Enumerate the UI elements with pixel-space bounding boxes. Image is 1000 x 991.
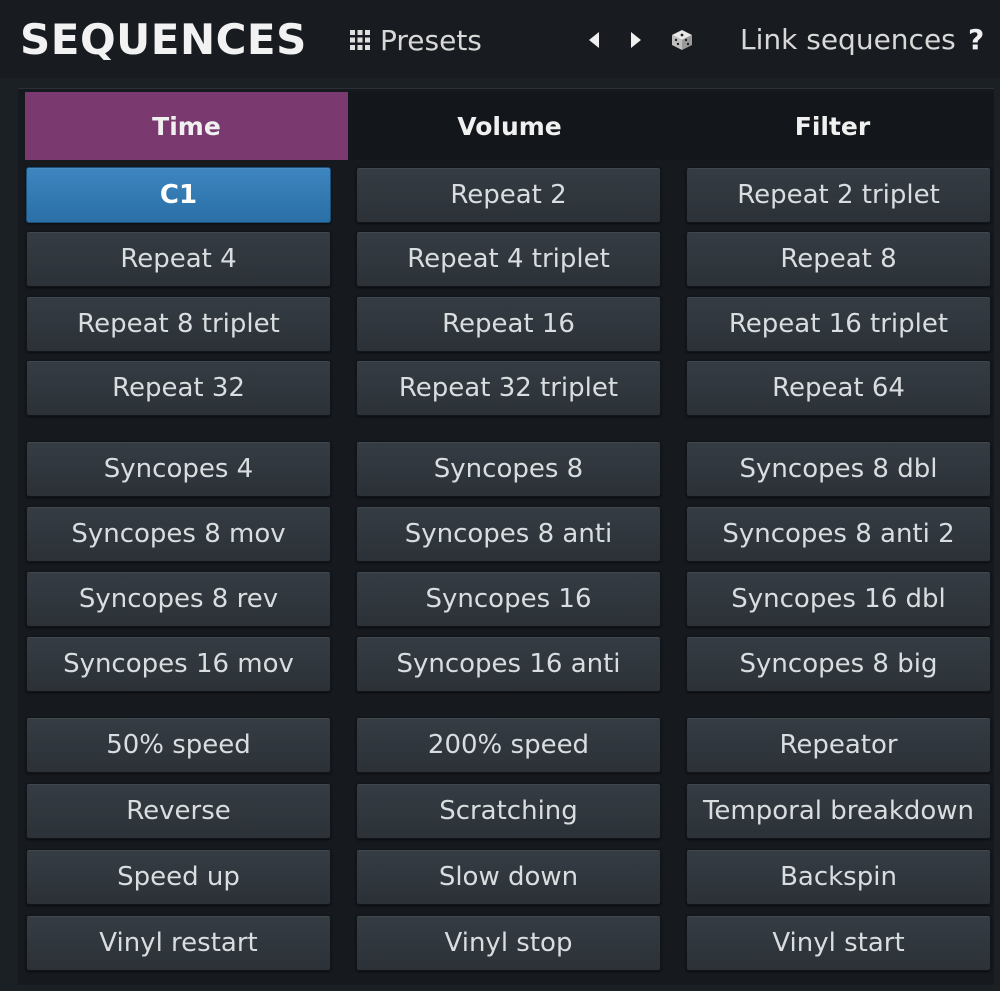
sequence-button[interactable]: Syncopes 8 big xyxy=(686,636,991,692)
sequence-button[interactable]: Vinyl restart xyxy=(26,915,331,971)
sequence-button[interactable]: Syncopes 8 dbl xyxy=(686,441,991,497)
tab-label: Time xyxy=(152,111,221,141)
sequence-button[interactable]: Scratching xyxy=(356,783,661,839)
grid-icon xyxy=(350,30,370,50)
sequence-button[interactable]: Repeat 32 triplet xyxy=(356,360,661,416)
sequence-button[interactable]: C1 xyxy=(26,167,331,223)
sequence-button[interactable]: Speed up xyxy=(26,849,331,905)
sequence-button[interactable]: Repeat 8 xyxy=(686,231,991,287)
sequence-button[interactable]: Repeat 2 triplet xyxy=(686,167,991,223)
sequence-button[interactable]: Repeat 8 triplet xyxy=(26,296,331,352)
sequence-button[interactable]: Syncopes 16 dbl xyxy=(686,571,991,627)
sequence-button[interactable]: Repeator xyxy=(686,717,991,773)
sequence-button[interactable]: Temporal breakdown xyxy=(686,783,991,839)
sequence-button[interactable]: 200% speed xyxy=(356,717,661,773)
randomize-button[interactable] xyxy=(668,24,696,56)
dice-icon xyxy=(672,30,692,50)
sequence-button[interactable]: Syncopes 16 mov xyxy=(26,636,331,692)
tab-label: Filter xyxy=(794,111,871,141)
sequence-button[interactable]: Syncopes 8 anti xyxy=(356,506,661,562)
tab-time[interactable]: Time xyxy=(25,92,348,160)
sequence-button[interactable]: Repeat 4 triplet xyxy=(356,231,661,287)
next-preset-button[interactable] xyxy=(622,24,650,56)
sequence-button[interactable]: Repeat 2 xyxy=(356,167,661,223)
sequence-button[interactable]: Syncopes 16 anti xyxy=(356,636,661,692)
previous-preset-button[interactable] xyxy=(580,24,608,56)
presets-button[interactable]: Presets xyxy=(350,22,482,58)
sequence-button[interactable]: Slow down xyxy=(356,849,661,905)
panel-title: SEQUENCES xyxy=(20,15,307,64)
sequence-button[interactable]: Vinyl start xyxy=(686,915,991,971)
sequence-button[interactable]: Repeat 32 xyxy=(26,360,331,416)
sequence-button[interactable]: Reverse xyxy=(26,783,331,839)
sequence-button[interactable]: Repeat 64 xyxy=(686,360,991,416)
tab-label: Volume xyxy=(457,111,562,141)
sequence-tabs: Time Volume Filter xyxy=(25,92,994,160)
sequence-button[interactable]: Repeat 16 xyxy=(356,296,661,352)
sequence-button[interactable]: Repeat 4 xyxy=(26,231,331,287)
sequence-button[interactable]: 50% speed xyxy=(26,717,331,773)
arrow-left-icon xyxy=(589,32,599,48)
tab-filter[interactable]: Filter xyxy=(671,92,994,160)
sequence-button[interactable]: Vinyl stop xyxy=(356,915,661,971)
arrow-right-icon xyxy=(631,32,641,48)
sequence-button[interactable]: Syncopes 8 mov xyxy=(26,506,331,562)
tab-volume[interactable]: Volume xyxy=(348,92,671,160)
sequence-button[interactable]: Repeat 16 triplet xyxy=(686,296,991,352)
sequence-button[interactable]: Syncopes 8 anti 2 xyxy=(686,506,991,562)
presets-label: Presets xyxy=(380,23,482,57)
sequence-button[interactable]: Syncopes 16 xyxy=(356,571,661,627)
sequence-button[interactable]: Syncopes 8 rev xyxy=(26,571,331,627)
link-sequences-toggle[interactable]: Link sequences xyxy=(740,20,956,60)
sequence-button[interactable]: Backspin xyxy=(686,849,991,905)
sequence-button[interactable]: Syncopes 8 xyxy=(356,441,661,497)
help-button[interactable]: ? xyxy=(968,20,984,60)
sequence-button[interactable]: Syncopes 4 xyxy=(26,441,331,497)
header-bar: SEQUENCES Presets Link sequences ? xyxy=(0,0,1000,78)
